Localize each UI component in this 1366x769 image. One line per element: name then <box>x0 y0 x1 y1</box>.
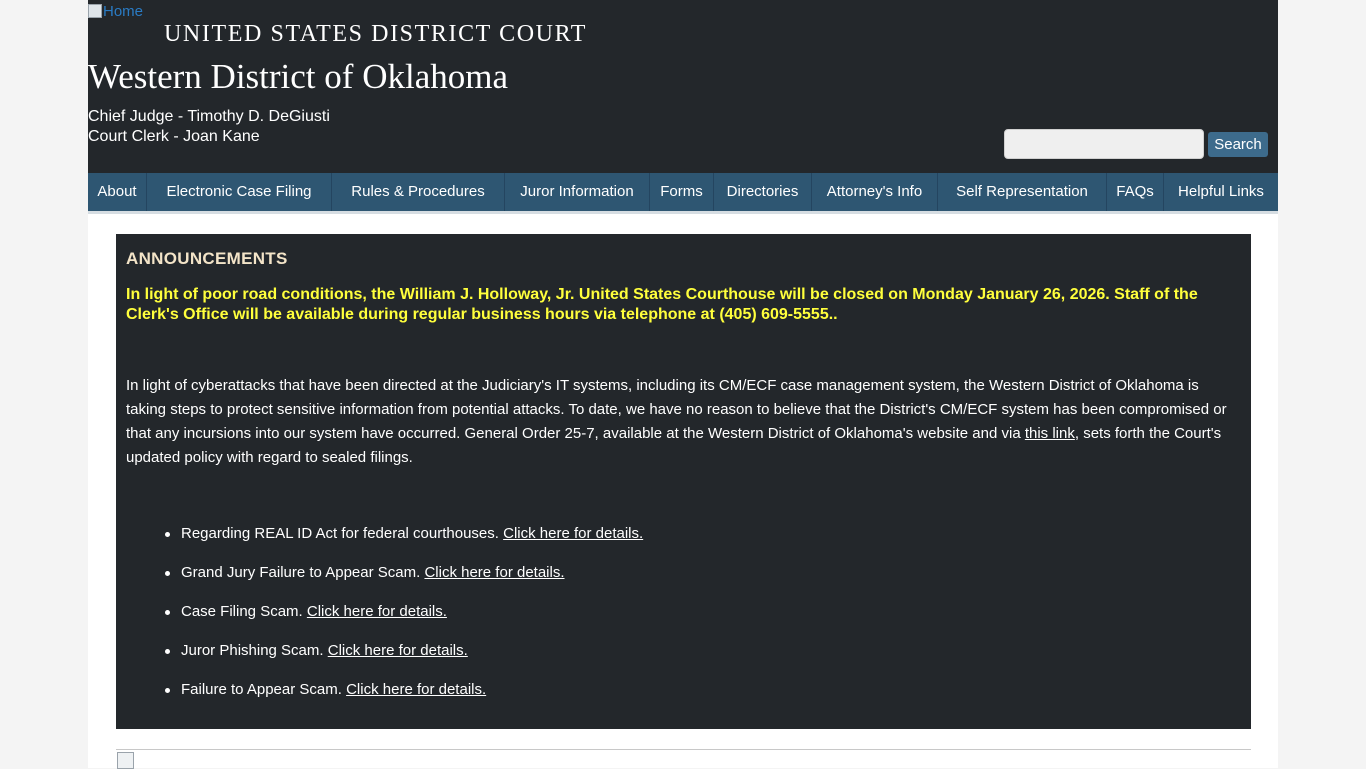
page-container: Home UNITED STATES DISTRICT COURT Wester… <box>88 0 1278 769</box>
closure-alert: In light of poor road conditions, the Wi… <box>126 286 1198 323</box>
nav-item-juror-information[interactable]: Juror Information <box>505 173 650 211</box>
section-divider <box>116 749 1251 750</box>
list-item-text: Case Filing Scam. <box>181 603 307 620</box>
court-name: UNITED STATES DISTRICT COURT <box>164 21 587 47</box>
nav-item-faqs[interactable]: FAQs <box>1107 173 1164 211</box>
details-link[interactable]: Click here for details. <box>424 564 564 581</box>
district-name: Western District of Oklahoma <box>88 57 508 96</box>
details-link[interactable]: Click here for details. <box>346 681 486 698</box>
announcements-title: ANNOUNCEMENTS <box>126 249 288 268</box>
list-item-text: Regarding REAL ID Act for federal courth… <box>181 525 504 542</box>
chief-judge: Chief Judge - Timothy D. DeGiusti <box>88 108 330 125</box>
details-link[interactable]: Click here for details. <box>307 603 447 620</box>
broken-image-icon <box>117 752 134 769</box>
broken-image-icon <box>88 4 102 18</box>
list-item: Case Filing Scam. Click here for details… <box>165 602 1241 622</box>
nav-item-helpful-links[interactable]: Helpful Links <box>1164 173 1278 211</box>
nav-item-forms[interactable]: Forms <box>650 173 714 211</box>
court-officials: Chief Judge - Timothy D. DeGiusti Court … <box>88 107 330 147</box>
search-button[interactable]: Search <box>1208 132 1268 157</box>
cyberattack-notice: In light of cyberattacks that have been … <box>126 374 1241 470</box>
search-input[interactable] <box>1004 129 1204 159</box>
nav-item-directories[interactable]: Directories <box>714 173 812 211</box>
nav-item-electronic-case-filing[interactable]: Electronic Case Filing <box>147 173 332 211</box>
list-item: Regarding REAL ID Act for federal courth… <box>165 524 1241 544</box>
announcement-list: Regarding REAL ID Act for federal courth… <box>126 524 1241 700</box>
list-item-text: Grand Jury Failure to Appear Scam. <box>181 564 425 581</box>
nav-item-self-representation[interactable]: Self Representation <box>938 173 1107 211</box>
list-item: Juror Phishing Scam. Click here for deta… <box>165 641 1241 661</box>
nav-item-attorneys-info[interactable]: Attorney's Info <box>812 173 938 211</box>
details-link[interactable]: Click here for details. <box>328 642 468 659</box>
list-item: Grand Jury Failure to Appear Scam. Click… <box>165 563 1241 583</box>
main-nav: About Electronic Case Filing Rules & Pro… <box>88 173 1278 214</box>
nav-item-rules-procedures[interactable]: Rules & Procedures <box>332 173 505 211</box>
site-header: Home UNITED STATES DISTRICT COURT Wester… <box>88 0 1278 173</box>
details-link[interactable]: Click here for details. <box>503 525 643 542</box>
general-order-link[interactable]: this link <box>1025 425 1075 442</box>
court-clerk: Court Clerk - Joan Kane <box>88 128 260 145</box>
list-item: Failure to Appear Scam. Click here for d… <box>165 680 1241 700</box>
list-item-text: Juror Phishing Scam. <box>181 642 328 659</box>
home-link-alt-text: Home <box>103 3 144 20</box>
nav-item-about[interactable]: About <box>88 173 147 211</box>
announcements-panel: ANNOUNCEMENTS In light of poor road cond… <box>116 234 1251 729</box>
home-link[interactable]: Home <box>88 3 143 21</box>
list-item-text: Failure to Appear Scam. <box>181 681 347 698</box>
